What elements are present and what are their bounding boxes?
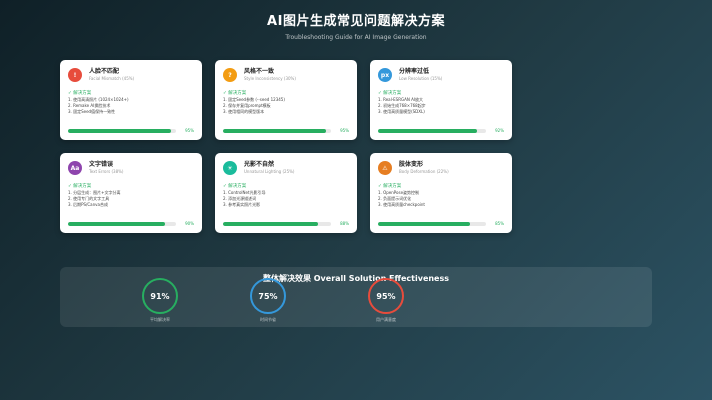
progress-percent: 95% (340, 128, 349, 133)
progress-percent: 88% (340, 221, 349, 226)
progress-fill (378, 221, 470, 226)
solution-steps: 1. Real-ESRGAN AI放大 2. 初始生成768×768起步 3. 使用… (378, 97, 504, 115)
progress-percent: 85% (495, 221, 504, 226)
card-title: 人脸不匹配 (89, 68, 120, 75)
progress-fill (378, 128, 478, 133)
solution-label: ✓ 解决方案 (223, 184, 247, 189)
solution-label: ✓ 解决方案 (68, 184, 92, 189)
summary-panel: 整体解决效果 Overall Solution Effectiveness 91… (60, 267, 652, 327)
solution-step: 3. 固定Seed值保持一致性 (68, 109, 116, 114)
solution-step: 3. 使用相同的模型版本 (223, 109, 265, 114)
card-header: ! 人脸不匹配 Facial Mismatch (45%) (68, 66, 194, 84)
solution-step: 3. 参考真实照片光影 (223, 202, 261, 207)
progress-row: 85% (378, 221, 504, 226)
progress-percent: 92% (495, 128, 504, 133)
warning-icon: ⚠ (378, 161, 392, 175)
progress-bar (223, 128, 331, 133)
solution-label: ✓ 解决方案 (68, 91, 92, 96)
solution-label: ✓ 解决方案 (378, 184, 402, 189)
progress-bar (68, 128, 176, 133)
solution-step: 3. 后期PS/Canva合成 (68, 202, 108, 207)
card-header: ☀ 光影不自然 Unnatural Lighting (25%) (223, 159, 349, 177)
card-subtitle: Unnatural Lighting (25%) (244, 169, 295, 174)
question-icon: ? (223, 68, 237, 82)
page-title: AI图片生成常见问题解决方案 (267, 14, 445, 29)
card-header: Aa 文字错误 Text Errors (38%) (68, 159, 194, 177)
metric-satisfaction: 95% 用户满意度 (356, 278, 416, 323)
progress-row: 95% (223, 128, 349, 133)
metric-label: 平均解决率 (150, 317, 170, 322)
problem-card: ⚠ 肢体变形 Body Deformation (22%) ✓ 解决方案 1. … (370, 153, 512, 233)
card-title: 风格不一致 (244, 68, 275, 75)
metric-time-saved: 75% 时间节省 (238, 278, 298, 323)
problem-card: ! 人脸不匹配 Facial Mismatch (45%) ✓ 解决方案 1. … (60, 60, 202, 140)
solution-steps: 1. 固定Seed参数 (--seed 12345) 2. 保存并复用prompt… (223, 97, 349, 115)
card-header: ? 风格不一致 Style Inconsistency (30%) (223, 66, 349, 84)
progress-fill (68, 221, 166, 226)
page-subtitle: Troubleshooting Guide for AI Image Gener… (285, 34, 427, 41)
card-title: 分辨率过低 (399, 68, 430, 75)
card-title: 光影不自然 (244, 161, 275, 168)
card-subtitle: Style Inconsistency (30%) (244, 76, 296, 81)
progress-bar (223, 221, 331, 226)
metric-label: 用户满意度 (376, 317, 396, 322)
solution-steps: 1. 使用高清照片 (1024×1024+) 2. Remake AI换脸技术 3.… (68, 97, 194, 115)
metric-ring: 75% (250, 278, 286, 314)
progress-fill (223, 128, 326, 133)
card-subtitle: Facial Mismatch (45%) (89, 76, 135, 81)
progress-row: 92% (378, 128, 504, 133)
problem-card: px 分辨率过低 Low Resolution (15%) ✓ 解决方案 1. … (370, 60, 512, 140)
card-subtitle: Body Deformation (22%) (399, 169, 449, 174)
pixel-icon: px (378, 68, 392, 82)
problem-card: Aa 文字错误 Text Errors (38%) ✓ 解决方案 1. 分层生成… (60, 153, 202, 233)
progress-fill (223, 221, 319, 226)
progress-row: 88% (223, 221, 349, 226)
text-icon: Aa (68, 161, 82, 175)
problem-card: ☀ 光影不自然 Unnatural Lighting (25%) ✓ 解决方案 … (215, 153, 357, 233)
card-title: 肢体变形 (399, 161, 424, 168)
card-header: px 分辨率过低 Low Resolution (15%) (378, 66, 504, 84)
card-header: ⚠ 肢体变形 Body Deformation (22%) (378, 159, 504, 177)
progress-percent: 95% (185, 128, 194, 133)
progress-row: 95% (68, 128, 194, 133)
metric-label: 时间节省 (260, 317, 276, 322)
sun-icon: ☀ (223, 161, 237, 175)
metric-ring: 95% (368, 278, 404, 314)
solution-step: 3. 使用高质量模型(SDXL) (378, 109, 425, 114)
progress-bar (378, 221, 486, 226)
card-subtitle: Text Errors (38%) (89, 169, 124, 174)
metric-avg-resolution: 91% 平均解决率 (130, 278, 190, 323)
progress-bar (378, 128, 486, 133)
progress-fill (68, 128, 171, 133)
solution-label: ✓ 解决方案 (223, 91, 247, 96)
solution-step: 3. 使用高质量checkpoint (378, 202, 425, 207)
metric-ring: 91% (142, 278, 178, 314)
problem-grid: ! 人脸不匹配 Facial Mismatch (45%) ✓ 解决方案 1. … (60, 60, 512, 233)
solution-label: ✓ 解决方案 (378, 91, 402, 96)
card-title: 文字错误 (89, 161, 114, 168)
solution-steps: 1. ControlNet光影引导 2. 添加光源描述词 3. 参考真实照片光影 (223, 190, 349, 208)
solution-steps: 1. OpenPose姿势控制 2. 负面提示词优化 3. 使用高质量checkpo… (378, 190, 504, 208)
progress-row: 90% (68, 221, 194, 226)
progress-bar (68, 221, 176, 226)
progress-percent: 90% (185, 221, 194, 226)
alert-icon: ! (68, 68, 82, 82)
card-subtitle: Low Resolution (15%) (399, 76, 443, 81)
solution-steps: 1. 分层生成：图片+文字分离 2. 使用专门的文字工具 3. 后期PS/Canva… (68, 190, 194, 208)
problem-card: ? 风格不一致 Style Inconsistency (30%) ✓ 解决方案… (215, 60, 357, 140)
page-header: AI图片生成常见问题解决方案 Troubleshooting Guide for… (0, 0, 712, 41)
